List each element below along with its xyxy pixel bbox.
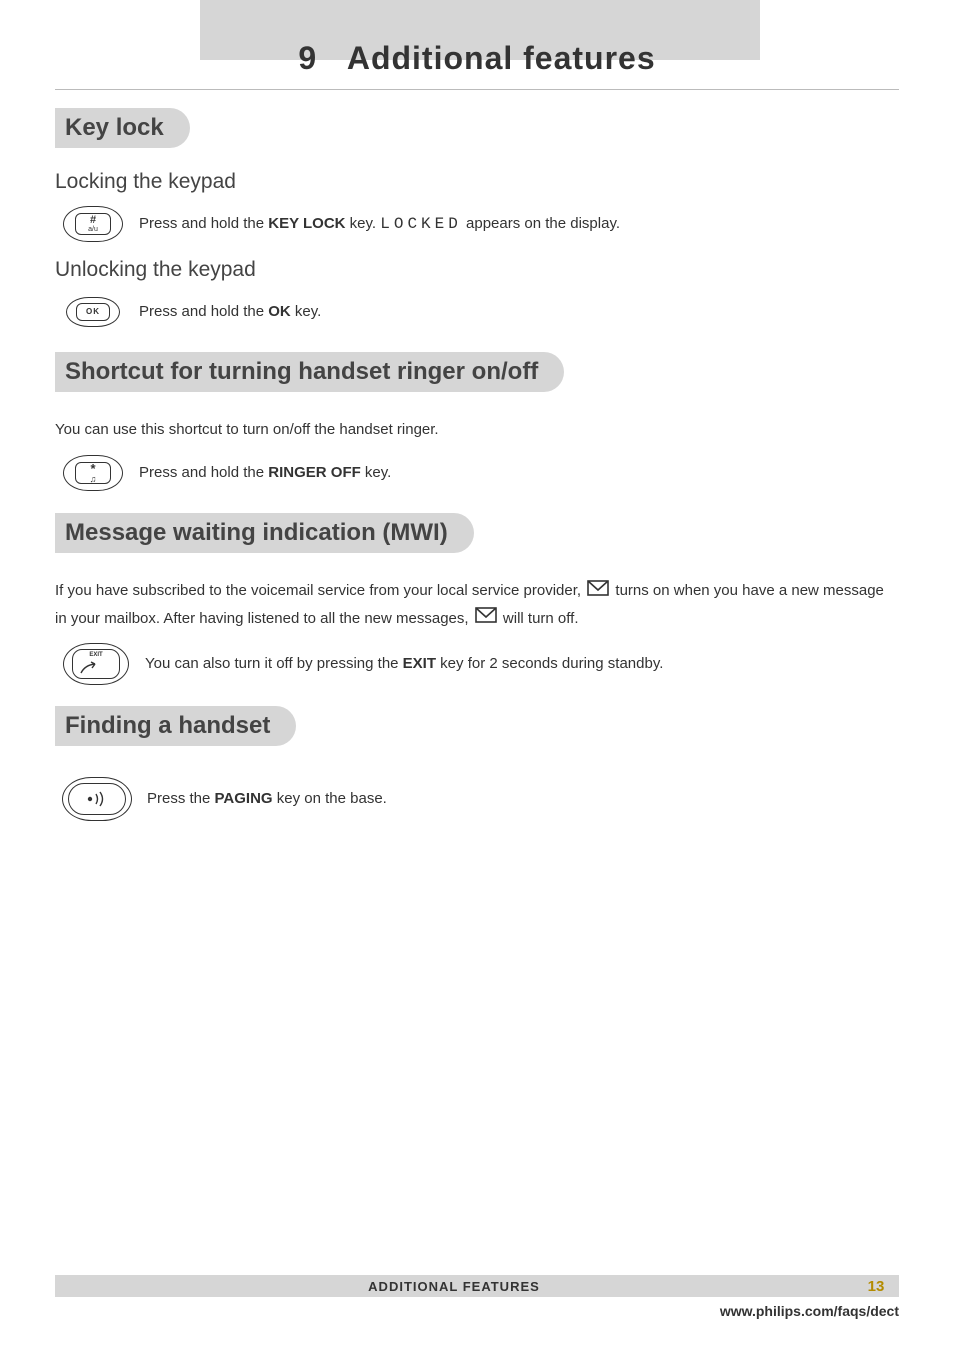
lcd-locked-text: LOCKED xyxy=(380,215,462,233)
page-number: 13 xyxy=(853,1278,899,1295)
mwi-paragraph: If you have subscribed to the voicemail … xyxy=(55,577,899,632)
step-unlock-text: Press and hold the OK key. xyxy=(139,301,899,324)
footer-title: ADDITIONAL FEATURES xyxy=(55,1279,853,1294)
footer-url: www.philips.com/faqs/dect xyxy=(720,1303,899,1319)
section-heading-mwi: Message waiting indication (MWI) xyxy=(55,513,474,553)
step-ringer-text: Press and hold the RINGER OFF key. xyxy=(139,462,899,485)
step-ringer: * ♫ Press and hold the RINGER OFF key. xyxy=(61,453,899,493)
subheading-unlocking: Unlocking the keypad xyxy=(55,258,899,282)
step-lock: # a/u Press and hold the KEY LOCK key. L… xyxy=(61,204,899,244)
divider xyxy=(55,89,899,90)
section-heading-ringer: Shortcut for turning handset ringer on/o… xyxy=(55,352,564,392)
ok-key-icon: OK xyxy=(61,292,125,332)
exit-key-icon: EXIT xyxy=(61,642,131,686)
step-mwi-exit: EXIT You can also turn it off by pressin… xyxy=(61,642,899,686)
page-content: 9 Additional features Key lock Locking t… xyxy=(55,40,899,836)
chapter-title: 9 Additional features xyxy=(55,40,899,77)
step-lock-text: Press and hold the KEY LOCK key. LOCKED … xyxy=(139,212,899,236)
paging-glyph-icon xyxy=(82,790,112,808)
star-key-icon: * ♫ xyxy=(61,453,125,493)
step-paging: Press the PAGING key on the base. xyxy=(61,776,899,822)
step-unlock: OK Press and hold the OK key. xyxy=(61,292,899,332)
chapter-name: Additional features xyxy=(347,40,656,76)
chapter-number: 9 xyxy=(298,40,317,76)
section-heading-finding: Finding a handset xyxy=(55,706,296,746)
subheading-locking: Locking the keypad xyxy=(55,170,899,194)
hash-key-icon: # a/u xyxy=(61,204,125,244)
step-paging-text: Press the PAGING key on the base. xyxy=(147,788,899,811)
ringer-intro: You can use this shortcut to turn on/off… xyxy=(55,416,899,443)
footer-bar: ADDITIONAL FEATURES 13 xyxy=(55,1275,899,1297)
paging-key-icon xyxy=(61,776,133,822)
step-mwi-text: You can also turn it off by pressing the… xyxy=(145,653,899,676)
envelope-icon xyxy=(587,578,609,605)
section-heading-keylock: Key lock xyxy=(55,108,190,148)
envelope-icon xyxy=(475,605,497,632)
